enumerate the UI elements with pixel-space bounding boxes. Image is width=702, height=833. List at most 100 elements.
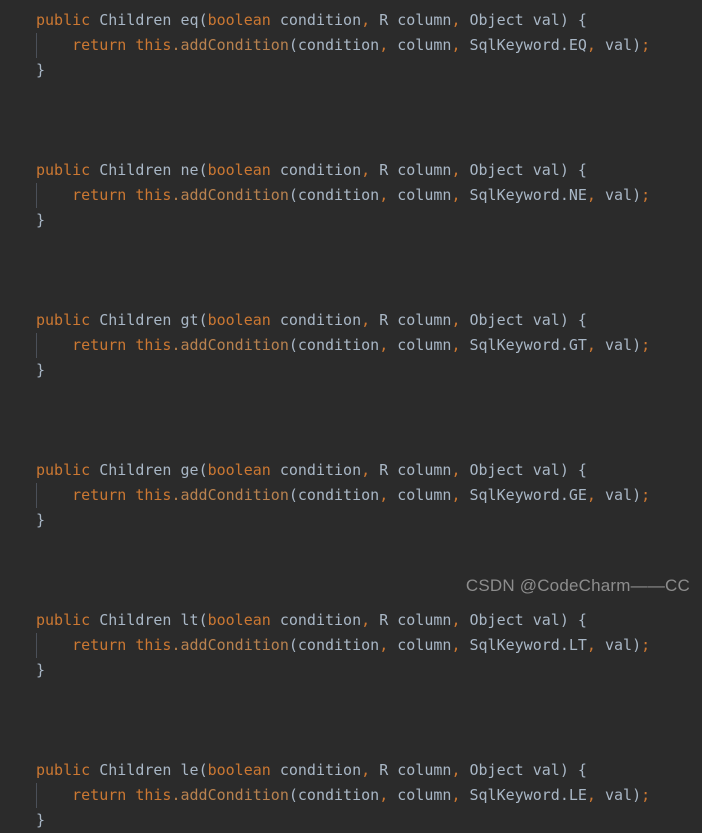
code-line-close-brace: } bbox=[0, 58, 702, 83]
token-param-type: R bbox=[379, 311, 389, 329]
code-line-close-brace: } bbox=[0, 508, 702, 533]
code-line-signature: public Children eq(boolean condition, R … bbox=[36, 11, 587, 29]
token-return-type: Children bbox=[99, 311, 172, 329]
token-param-name: column bbox=[397, 161, 452, 179]
token-return-keyword: return bbox=[72, 486, 127, 504]
token-sqlkeyword-const: NE bbox=[568, 186, 587, 204]
token-param-name: column bbox=[397, 611, 452, 629]
token-arg: column bbox=[397, 486, 452, 504]
token-method-name: le bbox=[180, 761, 199, 779]
token-this-keyword: this bbox=[135, 786, 172, 804]
code-line-signature: public Children lt(boolean condition, R … bbox=[36, 611, 587, 629]
token-this-keyword: this bbox=[135, 186, 172, 204]
code-line-body: return this.addCondition(condition, colu… bbox=[0, 633, 702, 658]
token-sqlkeyword-class: SqlKeyword bbox=[469, 486, 560, 504]
token-param-type: boolean bbox=[207, 11, 271, 29]
token-param-type: Object bbox=[469, 611, 524, 629]
token-param-name: condition bbox=[279, 311, 362, 329]
token-param-name: column bbox=[397, 761, 452, 779]
token-arg: column bbox=[397, 786, 452, 804]
token-param-name: column bbox=[397, 311, 452, 329]
token-param-name: condition bbox=[279, 461, 362, 479]
token-arg: column bbox=[397, 336, 452, 354]
code-line-body: return this.addCondition(condition, colu… bbox=[0, 783, 702, 808]
token-param-type: Object bbox=[469, 761, 524, 779]
token-arg: val bbox=[604, 186, 633, 204]
code-line-close-brace: } bbox=[0, 358, 702, 383]
token-sqlkeyword-const: EQ bbox=[568, 36, 587, 54]
token-param-type: Object bbox=[469, 161, 524, 179]
token-param-name: condition bbox=[279, 761, 362, 779]
token-return-keyword: return bbox=[72, 186, 127, 204]
token-param-name: column bbox=[397, 11, 452, 29]
token-close-brace: } bbox=[36, 61, 46, 79]
token-this-keyword: this bbox=[135, 336, 172, 354]
token-return-type: Children bbox=[99, 611, 172, 629]
token-param-name: val bbox=[532, 311, 560, 329]
token-this-keyword: this bbox=[135, 486, 172, 504]
token-method-name: ne bbox=[180, 161, 199, 179]
token-method-call: addCondition bbox=[180, 486, 289, 504]
token-modifier: public bbox=[36, 311, 91, 329]
token-param-name: val bbox=[532, 461, 560, 479]
token-sqlkeyword-class: SqlKeyword bbox=[469, 636, 560, 654]
token-close-brace: } bbox=[36, 361, 46, 379]
token-arg: column bbox=[397, 636, 452, 654]
token-sqlkeyword-const: GT bbox=[568, 336, 587, 354]
token-arg: column bbox=[397, 36, 452, 54]
token-param-type: boolean bbox=[207, 161, 271, 179]
code-line-signature: public Children ge(boolean condition, R … bbox=[36, 461, 587, 479]
token-arg: condition bbox=[297, 336, 380, 354]
token-param-type: R bbox=[379, 161, 389, 179]
token-param-type: R bbox=[379, 761, 389, 779]
token-param-name: val bbox=[532, 611, 560, 629]
token-sqlkeyword-class: SqlKeyword bbox=[469, 786, 560, 804]
token-method-call: addCondition bbox=[180, 636, 289, 654]
token-this-keyword: this bbox=[135, 36, 172, 54]
token-param-type: Object bbox=[469, 461, 524, 479]
token-param-type: R bbox=[379, 461, 389, 479]
token-arg: condition bbox=[297, 786, 380, 804]
token-sqlkeyword-class: SqlKeyword bbox=[469, 186, 560, 204]
code-line-signature: public Children le(boolean condition, R … bbox=[36, 761, 587, 779]
token-param-type: boolean bbox=[207, 461, 271, 479]
token-arg: val bbox=[604, 336, 633, 354]
code-line-body: return this.addCondition(condition, colu… bbox=[0, 483, 702, 508]
token-return-type: Children bbox=[99, 161, 172, 179]
token-param-type: Object bbox=[469, 11, 524, 29]
code-line-signature: public Children ne(boolean condition, R … bbox=[36, 161, 587, 179]
token-arg: condition bbox=[297, 486, 380, 504]
token-sqlkeyword-const: GE bbox=[568, 486, 587, 504]
token-close-brace: } bbox=[36, 661, 46, 679]
token-param-name: val bbox=[532, 761, 560, 779]
token-modifier: public bbox=[36, 461, 91, 479]
token-return-type: Children bbox=[99, 11, 172, 29]
token-close-brace: } bbox=[36, 211, 46, 229]
token-param-name: val bbox=[532, 161, 560, 179]
token-modifier: public bbox=[36, 161, 91, 179]
token-arg: condition bbox=[297, 186, 380, 204]
token-modifier: public bbox=[36, 11, 91, 29]
token-arg: val bbox=[604, 486, 633, 504]
token-sqlkeyword-class: SqlKeyword bbox=[469, 36, 560, 54]
watermark-label: CSDN @CodeCharm——CC bbox=[465, 576, 690, 595]
token-return-keyword: return bbox=[72, 636, 127, 654]
code-line-close-brace: } bbox=[0, 808, 702, 833]
token-return-keyword: return bbox=[72, 786, 127, 804]
code-line-close-brace: } bbox=[0, 658, 702, 683]
token-modifier: public bbox=[36, 611, 91, 629]
token-arg: condition bbox=[297, 36, 380, 54]
token-param-type: R bbox=[379, 11, 389, 29]
token-arg: condition bbox=[297, 636, 380, 654]
token-method-call: addCondition bbox=[180, 336, 289, 354]
token-arg: column bbox=[397, 186, 452, 204]
token-param-type: boolean bbox=[207, 761, 271, 779]
token-method-name: ge bbox=[180, 461, 199, 479]
